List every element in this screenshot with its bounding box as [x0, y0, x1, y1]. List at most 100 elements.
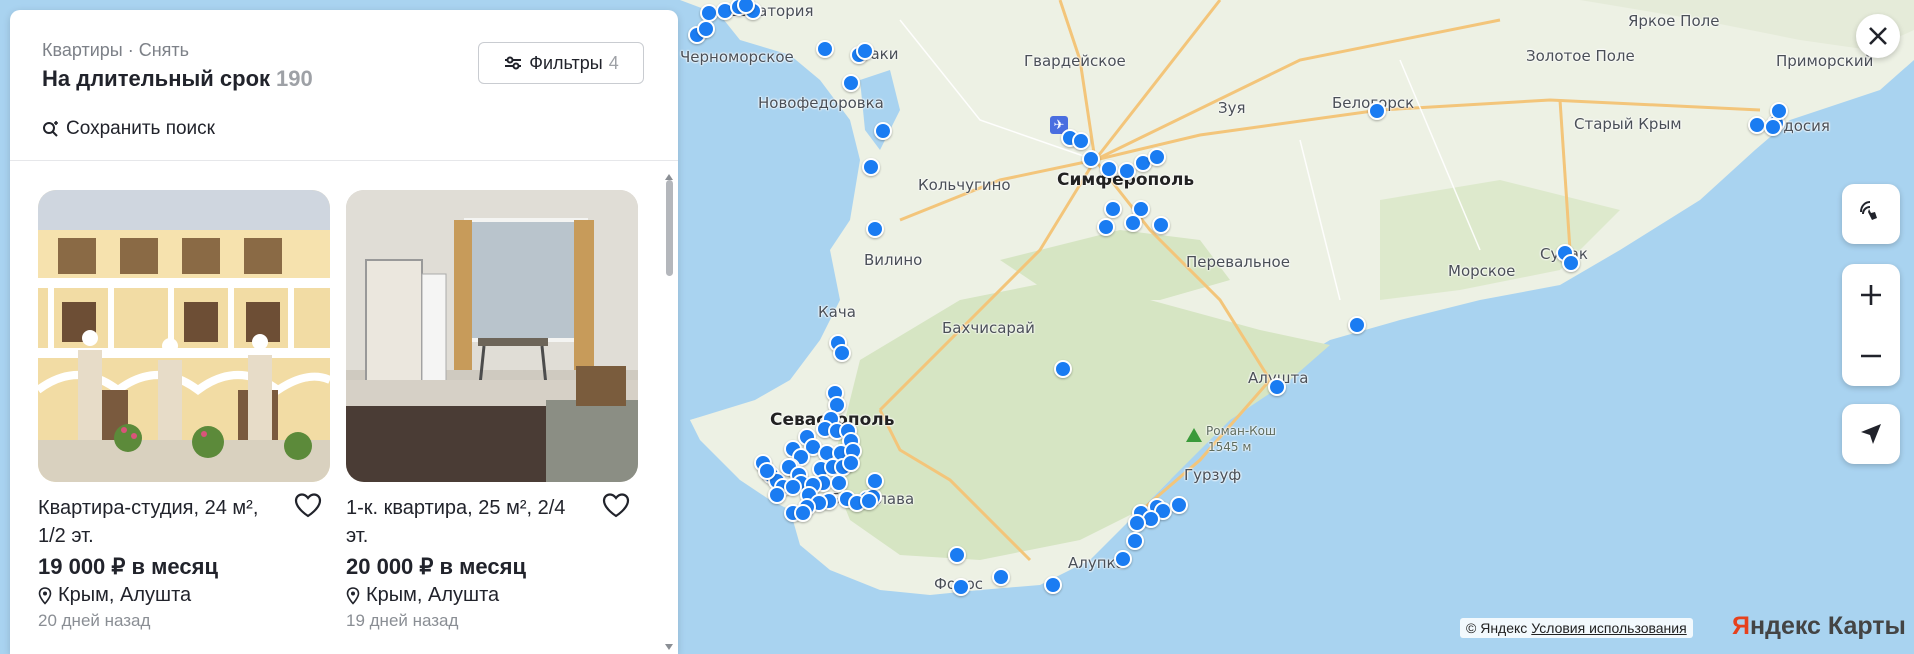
listing-marker[interactable]: [1764, 118, 1782, 136]
listings-panel: Квартиры · Снять На длительный срок 190 Ф…: [10, 10, 678, 654]
listing-card[interactable]: 1-к. квартира, 25 м², 2/4 эт. 20 000 ₽ в…: [346, 190, 638, 631]
listing-photo[interactable]: [38, 190, 330, 482]
listing-marker[interactable]: [992, 568, 1010, 586]
listing-marker[interactable]: [952, 578, 970, 596]
listing-card[interactable]: Квартира-студия, 24 м², 1/2 эт. 19 000 ₽…: [38, 190, 330, 631]
listing-location: Крым, Алушта: [346, 584, 638, 607]
listing-date: 20 дней назад: [38, 611, 151, 630]
filters-button[interactable]: Фильтры 4: [478, 42, 644, 84]
save-search-button[interactable]: Сохранить поиск: [42, 118, 215, 140]
city-label: Морское: [1448, 262, 1516, 280]
listing-location-text: Крым, Алушта: [366, 584, 500, 606]
filters-icon: [505, 56, 522, 70]
city-label: Зуя: [1218, 99, 1246, 117]
listing-marker[interactable]: [1082, 150, 1100, 168]
listing-marker[interactable]: [874, 122, 892, 140]
peak-label: Роман-Кош: [1206, 424, 1277, 438]
listing-marker[interactable]: [1100, 160, 1118, 178]
city-label: Перевальное: [1186, 253, 1290, 271]
listing-marker[interactable]: [862, 158, 880, 176]
listing-marker[interactable]: [1152, 216, 1170, 234]
listing-marker[interactable]: [1348, 316, 1366, 334]
city-label: Бахчисарай: [942, 319, 1035, 337]
listing-price: 19 000 ₽ в месяц: [38, 554, 218, 579]
listing-marker[interactable]: [1128, 514, 1146, 532]
city-label: Старый Крым: [1574, 115, 1682, 133]
listing-marker[interactable]: [816, 40, 834, 58]
listing-marker[interactable]: [1126, 532, 1144, 550]
city-label: Гурзуф: [1184, 466, 1242, 484]
listing-location-text: Крым, Алушта: [58, 584, 192, 606]
listing-marker[interactable]: [866, 472, 884, 490]
listing-marker[interactable]: [794, 504, 812, 522]
listing-marker[interactable]: [1104, 200, 1122, 218]
terms-link[interactable]: Условия использования: [1531, 620, 1686, 636]
page-title: На длительный срок 190: [42, 66, 313, 92]
listing-marker[interactable]: [1114, 550, 1132, 568]
logo-letter: Я: [1732, 612, 1750, 640]
listing-title[interactable]: Квартира-студия, 24 м², 1/2 эт.: [38, 494, 278, 550]
save-search-label: Сохранить поиск: [66, 118, 215, 139]
location-pin-icon: [346, 586, 360, 605]
geolocation-button[interactable]: [1842, 404, 1900, 464]
listing-marker[interactable]: [1054, 360, 1072, 378]
listing-marker[interactable]: [1072, 132, 1090, 150]
breadcrumb: Квартиры · Снять: [42, 40, 190, 60]
favorite-heart-icon[interactable]: [294, 492, 322, 518]
city-label: Новофедоровка: [758, 94, 884, 112]
listing-marker[interactable]: [1268, 378, 1286, 396]
hand-gesture-icon: [1860, 201, 1877, 220]
favorite-heart-icon[interactable]: [602, 492, 630, 518]
listing-location: Крым, Алушта: [38, 584, 330, 607]
city-label: Вилино: [864, 251, 923, 269]
filters-label: Фильтры: [529, 52, 603, 73]
page-title-text: На длительный срок: [42, 66, 271, 91]
listing-marker[interactable]: [842, 74, 860, 92]
zoom-out-button[interactable]: [1859, 325, 1883, 386]
listing-marker[interactable]: [842, 454, 860, 472]
city-label: Приморский: [1776, 52, 1874, 70]
listing-photo[interactable]: [346, 190, 638, 482]
results-count: 190: [276, 66, 313, 91]
city-label: Кача: [818, 303, 856, 321]
close-icon: [1869, 27, 1887, 45]
scrollbar-thumb[interactable]: [666, 180, 673, 276]
minus-icon: [1861, 354, 1881, 357]
plus-icon: [1861, 284, 1881, 305]
listing-price: 20 000 ₽ в месяц: [346, 554, 526, 579]
listing-marker[interactable]: [697, 20, 715, 38]
copyright-text: © Яндекс: [1466, 620, 1528, 636]
yandex-maps-logo[interactable]: Яндекс Карты: [1732, 612, 1906, 641]
map-attribution: © Яндекс Условия использования: [1460, 618, 1693, 638]
zoom-control: [1842, 264, 1900, 386]
listing-marker[interactable]: [1148, 148, 1166, 166]
listing-marker[interactable]: [1097, 218, 1115, 236]
zoom-in-button[interactable]: [1859, 264, 1883, 325]
listing-marker[interactable]: [1562, 254, 1580, 272]
listing-date: 19 дней назад: [346, 611, 459, 630]
mountain-icon: [1186, 428, 1202, 442]
listing-marker[interactable]: [833, 344, 851, 362]
listing-marker[interactable]: [948, 546, 966, 564]
filters-count: 4: [608, 52, 619, 73]
listing-marker[interactable]: [860, 492, 878, 510]
geolocation-arrow-icon: [1861, 424, 1881, 444]
listing-marker[interactable]: [1170, 496, 1188, 514]
logo-text: ндекс Карты: [1749, 612, 1906, 640]
save-search-icon: [43, 121, 58, 137]
listing-title[interactable]: 1-к. квартира, 25 м², 2/4 эт.: [346, 494, 586, 550]
gesture-mode-button[interactable]: [1842, 184, 1900, 244]
listing-marker[interactable]: [866, 220, 884, 238]
listing-marker[interactable]: [1368, 102, 1386, 120]
city-label: Золотое Поле: [1526, 47, 1635, 65]
city-label: Кольчугино: [918, 176, 1011, 194]
listing-marker[interactable]: [1044, 576, 1062, 594]
listing-marker[interactable]: [758, 462, 776, 480]
listing-marker[interactable]: [1124, 214, 1142, 232]
divider: [10, 160, 678, 161]
listing-marker[interactable]: [856, 42, 874, 60]
close-button[interactable]: [1856, 14, 1900, 58]
city-label: Черноморское: [680, 48, 794, 66]
peak-height-label: 1545 м: [1208, 440, 1252, 454]
location-pin-icon: [38, 586, 52, 605]
